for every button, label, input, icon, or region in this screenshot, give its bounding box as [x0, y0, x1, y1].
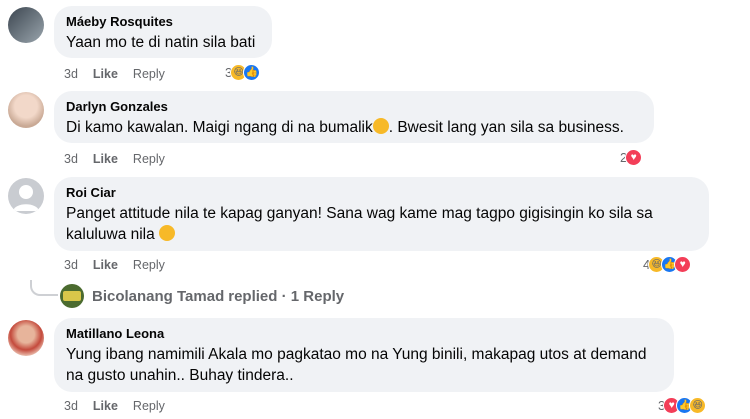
rofl-emoji-icon [159, 225, 176, 241]
avatar[interactable] [8, 320, 44, 356]
reply-button[interactable]: Reply [133, 152, 165, 166]
reaction-summary[interactable]: 3 ♥ 👍 😆 [658, 397, 707, 414]
reaction-summary[interactable]: 2 ♥ [620, 149, 643, 166]
like-icon: 👍 [243, 64, 261, 81]
comment-text: Di kamo kawalan. Maigi ngang di na bumal… [66, 117, 642, 138]
comment-actions: 3d Like Reply [64, 258, 165, 272]
comment-time[interactable]: 3d [64, 258, 78, 272]
comment-text: Panget attitude nila te kapag ganyan! Sa… [66, 203, 697, 245]
comment-text-line: kaluluwa nila [66, 224, 697, 245]
comment-text-part: Di kamo kawalan. Maigi ngang di na bumal… [66, 119, 373, 136]
comment-time[interactable]: 3d [64, 67, 78, 81]
avatar[interactable] [8, 178, 44, 214]
like-button[interactable]: Like [93, 399, 118, 413]
comment-text-part: kaluluwa nila [66, 226, 155, 243]
like-button[interactable]: Like [93, 67, 118, 81]
haha-icon: 😆 [689, 397, 707, 414]
reply-button[interactable]: Reply [133, 67, 165, 81]
comment-bubble: Darlyn Gonzales Di kamo kawalan. Maigi n… [54, 91, 654, 143]
comment-author[interactable]: Darlyn Gonzales [66, 99, 642, 115]
grin-emoji-icon [372, 118, 389, 134]
reaction-summary[interactable]: 4 😆 👍 ♥ [643, 256, 692, 273]
comment-text-line: na gusto unahin.. Buhay tindera.. [66, 367, 294, 384]
avatar[interactable] [8, 92, 44, 128]
comment-text-line: Panget attitude nila te kapag ganyan! Sa… [66, 205, 653, 222]
love-icon: ♥ [625, 149, 643, 166]
comment-bubble: Roi Ciar Panget attitude nila te kapag g… [54, 177, 709, 251]
default-avatar-icon [13, 185, 39, 211]
reply-count-text[interactable]: replied · 1 Reply [228, 288, 344, 305]
comment-actions: 3d Like Reply [64, 399, 165, 413]
reply-author[interactable]: Bicolanang Tamad [92, 288, 224, 305]
love-icon: ♥ [674, 256, 692, 273]
comment-author[interactable]: Roi Ciar [66, 185, 697, 201]
comment-author[interactable]: Matillano Leona [66, 326, 662, 342]
comment-actions: 3d Like Reply [64, 67, 165, 81]
reply-avatar [60, 284, 84, 308]
reaction-summary[interactable]: 3 😆 👍 [225, 64, 261, 81]
thread-connector [30, 280, 58, 296]
comment-actions: 3d Like Reply [64, 152, 165, 166]
like-button[interactable]: Like [93, 258, 118, 272]
comment-text: Yaan mo te di natin sila bati [66, 34, 256, 51]
comment-author[interactable]: Máeby Rosquites [66, 14, 260, 30]
comment-bubble: Máeby Rosquites Yaan mo te di natin sila… [54, 6, 272, 58]
avatar[interactable] [8, 7, 44, 43]
comment-text-part: . Bwesit lang yan sila sa business. [388, 119, 624, 136]
reply-button[interactable]: Reply [133, 399, 165, 413]
comment-text: Yung ibang namimili Akala mo pagkatao mo… [66, 344, 662, 386]
reply-button[interactable]: Reply [133, 258, 165, 272]
comment-time[interactable]: 3d [64, 399, 78, 413]
comment-bubble: Matillano Leona Yung ibang namimili Akal… [54, 318, 674, 392]
comment-text-line: Yung ibang namimili Akala mo pagkatao mo… [66, 346, 647, 363]
like-button[interactable]: Like [93, 152, 118, 166]
view-replies-link[interactable]: Bicolanang Tamad replied · 1 Reply [60, 284, 344, 308]
comment-time[interactable]: 3d [64, 152, 78, 166]
